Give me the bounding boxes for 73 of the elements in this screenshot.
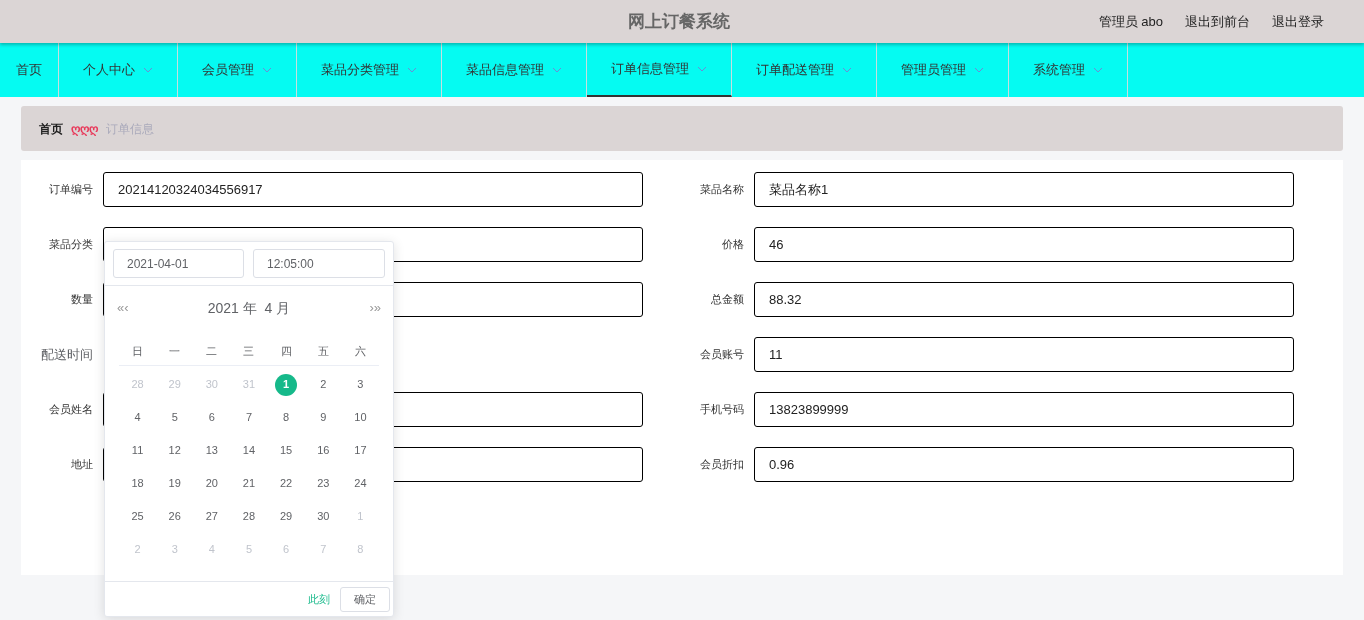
calendar-day[interactable]: 14 — [238, 439, 260, 462]
input-field[interactable]: 88.32 — [754, 282, 1294, 317]
calendar-day[interactable]: 23 — [312, 472, 335, 495]
calendar-day[interactable]: 11 — [126, 439, 149, 462]
chevron-down-icon — [842, 67, 852, 73]
confirm-button[interactable]: 确定 — [340, 586, 390, 612]
header-link[interactable]: 管理员 abo — [1098, 11, 1163, 32]
field-label: 价格 — [721, 237, 745, 253]
chevron-down-icon — [407, 67, 417, 73]
calendar-day[interactable]: 10 — [349, 406, 372, 429]
weekday-label: 三 — [242, 344, 256, 360]
weekday-label: 四 — [279, 344, 293, 360]
field-label: 总金额 — [710, 292, 745, 308]
calendar-day[interactable]: 16 — [312, 439, 335, 462]
date-input[interactable]: 2021-04-01 — [113, 249, 244, 278]
field-label: 配送时间 — [40, 345, 94, 364]
weekday-label: 一 — [168, 344, 182, 360]
calendar-day[interactable]: 20 — [200, 472, 223, 495]
input-field[interactable]: 13823899999 — [754, 392, 1294, 427]
chevron-down-icon — [1093, 67, 1103, 73]
chevron-down-icon — [262, 67, 272, 73]
calendar-day[interactable]: 25 — [126, 505, 149, 528]
input-field[interactable]: 46 — [754, 227, 1294, 262]
calendar-day[interactable]: 28 — [238, 505, 260, 528]
calendar-day[interactable]: 7 — [238, 406, 260, 429]
field-label: 菜品名称 — [699, 182, 745, 198]
chevron-down-icon — [974, 67, 984, 73]
input-field[interactable]: 11 — [754, 337, 1294, 372]
breadcrumb-link[interactable]: 首页 — [39, 119, 63, 138]
chevron-down-icon — [697, 66, 707, 72]
chevron-down-icon — [143, 67, 153, 73]
calendar-day[interactable]: 3 — [349, 373, 372, 396]
weekday-label: 五 — [316, 344, 330, 360]
input-field[interactable]: 0.96 — [754, 447, 1294, 482]
field-label: 订单编号 — [48, 182, 94, 198]
header-link[interactable]: 退出到前台 — [1185, 11, 1250, 32]
field-label: 会员账号 — [699, 347, 745, 363]
field-label: 地址 — [70, 457, 94, 473]
calendar-day[interactable]: 5 — [163, 406, 186, 429]
input-field[interactable]: 20214120324034556917 — [103, 172, 643, 207]
calendar-day[interactable]: 17 — [349, 439, 372, 462]
calendar-day[interactable]: 21 — [238, 472, 260, 495]
weekday-label: 六 — [353, 344, 367, 360]
calendar-title: 2021 年 4 月 — [206, 298, 292, 318]
header-link[interactable]: 退出登录 — [1272, 11, 1324, 32]
calendar-day[interactable]: 30 — [312, 505, 335, 528]
calendar-day[interactable]: 22 — [275, 472, 298, 495]
calendar-day[interactable]: 15 — [275, 439, 298, 462]
calendar-day[interactable]: 9 — [312, 406, 335, 429]
calendar-day[interactable]: 2 — [312, 373, 335, 396]
calendar-day[interactable]: 4 — [126, 406, 149, 429]
calendar-day[interactable]: 19 — [163, 472, 186, 495]
input-field[interactable]: 菜品名称1 — [754, 172, 1294, 207]
field-label: 数量 — [70, 292, 94, 308]
calendar-day[interactable]: 12 — [163, 439, 186, 462]
field-label: 会员折扣 — [699, 457, 745, 473]
calendar-day[interactable]: 8 — [275, 406, 298, 429]
calendar-day[interactable]: 27 — [200, 505, 223, 528]
app-title: 网上订餐系统 — [628, 10, 730, 33]
calendar-day[interactable]: 18 — [126, 472, 149, 495]
calendar-day[interactable]: 13 — [200, 439, 223, 462]
time-input[interactable]: 12:05:00 — [253, 249, 385, 278]
calendar-day[interactable]: 6 — [200, 406, 223, 429]
calendar-day[interactable]: 24 — [349, 472, 372, 495]
chevron-down-icon — [552, 67, 562, 73]
weekday-label: 二 — [205, 344, 219, 360]
field-label: 菜品分类 — [48, 237, 94, 253]
breadcrumb-separator: ღღღ — [71, 120, 98, 138]
field-label: 会员姓名 — [48, 402, 94, 418]
weekday-label: 日 — [131, 344, 145, 360]
calendar-day[interactable]: 29 — [275, 505, 298, 528]
field-label: 手机号码 — [699, 402, 745, 418]
calendar-day[interactable]: 26 — [163, 505, 186, 528]
